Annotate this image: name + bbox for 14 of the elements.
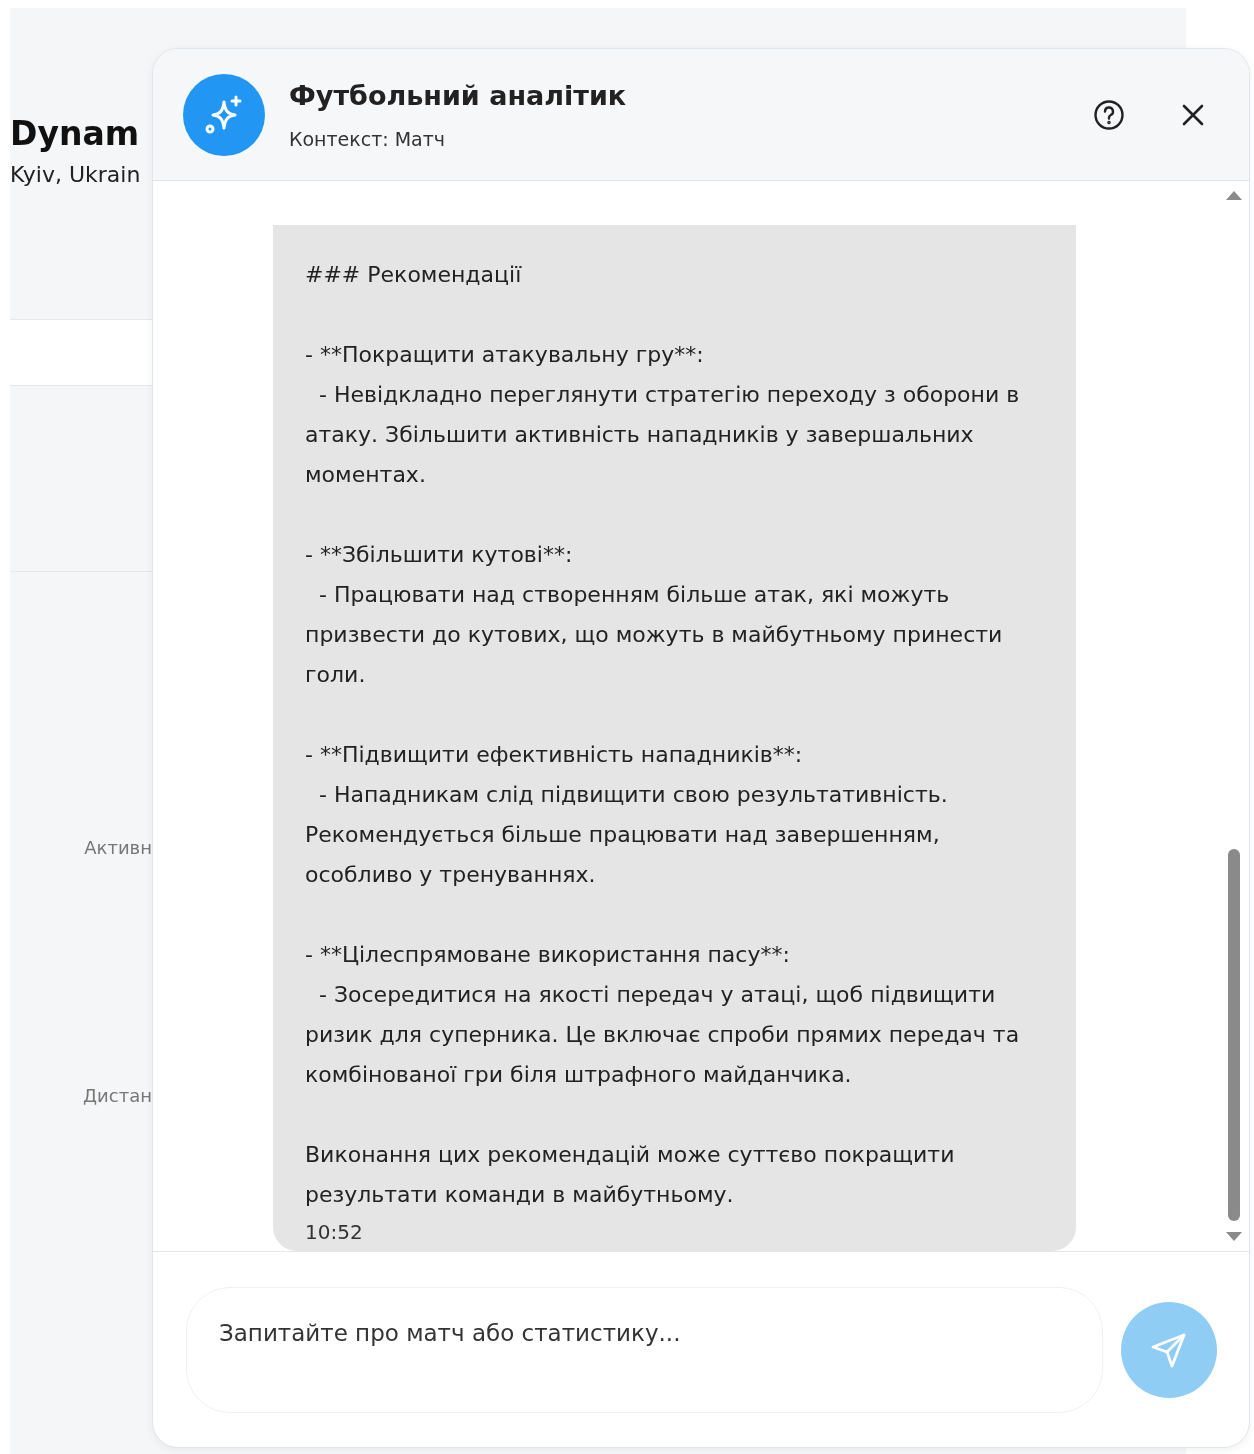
scroll-down-arrow-icon[interactable] [1225,1231,1243,1243]
help-icon [1093,98,1125,131]
team-name: Dynam [10,116,141,153]
stat-label: Дистан [83,1085,152,1106]
scroll-up-arrow-icon[interactable] [1225,189,1243,201]
message-input-field[interactable]: Запитайте про матч або статистику... [186,1286,1103,1413]
team-location: Kyiv, Ukrain [10,161,142,190]
message-text: ### Рекомендації - **Покращити атакувальну гру**: - Невідкладно переглянути стратегію переходу з оборони в атаку. Збільшити активність нападників у завершальних моментах. - **Збільшити кутові**: - Працювати над створенням більше атак, які можуть призвести до кутових, що можуть в майбутньому принести голи. - **Підвищити ефективність нападників**: - Нападникам слід підвищити свою результативність. Рекомендується більше працювати над завершенням, особливо у тренуваннях. - **Цілеспрямоване використання пасу**: - Зосередитися на якості передач у атаці, щоб підвищити ризик для суперника. Це включає спроби прямих передач та комбінованої гри біля штрафного майданчика. Виконання цих рекомендацій може суттєво покращити результати команди в майбутньому. [305,261,1021,1209]
message-time: 10:52 [305,1220,363,1244]
scroll-thumb[interactable] [1228,849,1240,1221]
close-icon [1181,102,1205,127]
stat-label: Активн [84,837,152,858]
chat-context: Контекст: Матч [289,126,447,152]
chat-title: Футбольний аналітик [289,79,628,113]
